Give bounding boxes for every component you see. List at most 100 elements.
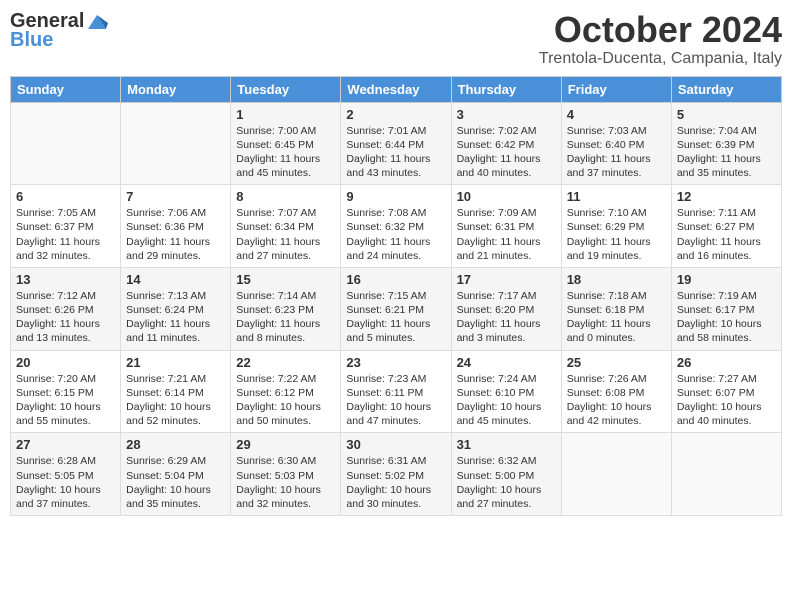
calendar-week-row: 20Sunrise: 7:20 AMSunset: 6:15 PMDayligh…	[11, 350, 782, 433]
day-number: 16	[346, 272, 445, 287]
weekday-header-monday: Monday	[121, 76, 231, 102]
calendar-cell: 6 Sunrise: 7:05 AMSunset: 6:37 PMDaylight…	[11, 185, 121, 268]
day-number: 25	[567, 355, 666, 370]
day-number: 23	[346, 355, 445, 370]
day-info: Sunrise: 7:12 AMSunset: 6:26 PMDaylight:…	[16, 289, 115, 346]
logo-icon	[86, 11, 108, 33]
day-info: Sunrise: 7:10 AMSunset: 6:29 PMDaylight:…	[567, 206, 666, 263]
calendar-cell: 31Sunrise: 6:32 AMSunset: 5:00 PMDayligh…	[451, 433, 561, 516]
calendar-cell: 24Sunrise: 7:24 AMSunset: 6:10 PMDayligh…	[451, 350, 561, 433]
calendar-cell: 7 Sunrise: 7:06 AMSunset: 6:36 PMDaylight…	[121, 185, 231, 268]
calendar-cell: 23 Sunrise: 7:23 AMSunset: 6:11 PMDayligh…	[341, 350, 451, 433]
calendar-cell: 9 Sunrise: 7:08 AMSunset: 6:32 PMDaylight…	[341, 185, 451, 268]
day-info: Sunrise: 7:03 AMSunset: 6:40 PMDaylight:…	[567, 124, 666, 181]
calendar-week-row: 27Sunrise: 6:28 AMSunset: 5:05 PMDayligh…	[11, 433, 782, 516]
calendar-cell: 29 Sunrise: 6:30 AMSunset: 5:03 PMDayligh…	[231, 433, 341, 516]
day-info: Sunrise: 7:08 AMSunset: 6:32 PMDaylight:…	[346, 206, 445, 263]
day-number: 30	[346, 437, 445, 452]
calendar-cell: 8 Sunrise: 7:07 AMSunset: 6:34 PMDaylight…	[231, 185, 341, 268]
calendar-cell	[11, 102, 121, 185]
day-info: Sunrise: 7:20 AMSunset: 6:15 PMDaylight:…	[16, 372, 115, 429]
calendar-week-row: 1Sunrise: 7:00 AMSunset: 6:45 PMDaylight…	[11, 102, 782, 185]
day-info: Sunrise: 6:31 AMSunset: 5:02 PMDaylight:…	[346, 454, 445, 511]
calendar-cell: 15 Sunrise: 7:14 AMSunset: 6:23 PMDayligh…	[231, 267, 341, 350]
day-info: Sunrise: 7:22 AMSunset: 6:12 PMDaylight:…	[236, 372, 335, 429]
day-info: Sunrise: 7:18 AMSunset: 6:18 PMDaylight:…	[567, 289, 666, 346]
day-number: 10	[457, 189, 556, 204]
month-title: October 2024	[539, 10, 782, 50]
logo-blue: Blue	[10, 29, 53, 52]
day-info: Sunrise: 7:27 AMSunset: 6:07 PMDaylight:…	[677, 372, 776, 429]
weekday-header-row: SundayMondayTuesdayWednesdayThursdayFrid…	[11, 76, 782, 102]
day-number: 28	[126, 437, 225, 452]
calendar-cell	[561, 433, 671, 516]
day-info: Sunrise: 7:21 AMSunset: 6:14 PMDaylight:…	[126, 372, 225, 429]
calendar-cell: 20Sunrise: 7:20 AMSunset: 6:15 PMDayligh…	[11, 350, 121, 433]
day-number: 26	[677, 355, 776, 370]
day-number: 9	[346, 189, 445, 204]
day-number: 21	[126, 355, 225, 370]
calendar-cell: 12Sunrise: 7:11 AMSunset: 6:27 PMDayligh…	[671, 185, 781, 268]
day-number: 14	[126, 272, 225, 287]
day-number: 6	[16, 189, 115, 204]
calendar-cell: 16 Sunrise: 7:15 AMSunset: 6:21 PMDayligh…	[341, 267, 451, 350]
calendar-cell: 14 Sunrise: 7:13 AMSunset: 6:24 PMDayligh…	[121, 267, 231, 350]
calendar-cell: 2 Sunrise: 7:01 AMSunset: 6:44 PMDaylight…	[341, 102, 451, 185]
calendar-cell: 1Sunrise: 7:00 AMSunset: 6:45 PMDaylight…	[231, 102, 341, 185]
day-number: 11	[567, 189, 666, 204]
logo: General Blue	[10, 10, 108, 52]
calendar-cell: 30 Sunrise: 6:31 AMSunset: 5:02 PMDayligh…	[341, 433, 451, 516]
weekday-header-tuesday: Tuesday	[231, 76, 341, 102]
day-number: 5	[677, 107, 776, 122]
page-header: General Blue October 2024 Trentola-Ducen…	[10, 10, 782, 68]
weekday-header-thursday: Thursday	[451, 76, 561, 102]
day-number: 7	[126, 189, 225, 204]
day-number: 19	[677, 272, 776, 287]
day-number: 4	[567, 107, 666, 122]
calendar-cell: 13Sunrise: 7:12 AMSunset: 6:26 PMDayligh…	[11, 267, 121, 350]
calendar-cell: 17Sunrise: 7:17 AMSunset: 6:20 PMDayligh…	[451, 267, 561, 350]
weekday-header-wednesday: Wednesday	[341, 76, 451, 102]
calendar-cell: 3Sunrise: 7:02 AMSunset: 6:42 PMDaylight…	[451, 102, 561, 185]
day-number: 8	[236, 189, 335, 204]
calendar-week-row: 13Sunrise: 7:12 AMSunset: 6:26 PMDayligh…	[11, 267, 782, 350]
calendar-cell: 11 Sunrise: 7:10 AMSunset: 6:29 PMDayligh…	[561, 185, 671, 268]
calendar-cell: 21 Sunrise: 7:21 AMSunset: 6:14 PMDayligh…	[121, 350, 231, 433]
day-number: 2	[346, 107, 445, 122]
day-info: Sunrise: 7:11 AMSunset: 6:27 PMDaylight:…	[677, 206, 776, 263]
day-number: 22	[236, 355, 335, 370]
calendar-cell	[121, 102, 231, 185]
day-number: 29	[236, 437, 335, 452]
calendar-table: SundayMondayTuesdayWednesdayThursdayFrid…	[10, 76, 782, 516]
weekday-header-sunday: Sunday	[11, 76, 121, 102]
calendar-cell	[671, 433, 781, 516]
day-info: Sunrise: 7:09 AMSunset: 6:31 PMDaylight:…	[457, 206, 556, 263]
day-info: Sunrise: 7:13 AMSunset: 6:24 PMDaylight:…	[126, 289, 225, 346]
calendar-cell: 28Sunrise: 6:29 AMSunset: 5:04 PMDayligh…	[121, 433, 231, 516]
title-section: October 2024 Trentola-Ducenta, Campania,…	[539, 10, 782, 68]
calendar-cell: 5Sunrise: 7:04 AMSunset: 6:39 PMDaylight…	[671, 102, 781, 185]
weekday-header-saturday: Saturday	[671, 76, 781, 102]
day-info: Sunrise: 7:01 AMSunset: 6:44 PMDaylight:…	[346, 124, 445, 181]
day-info: Sunrise: 7:07 AMSunset: 6:34 PMDaylight:…	[236, 206, 335, 263]
day-info: Sunrise: 7:23 AMSunset: 6:11 PMDaylight:…	[346, 372, 445, 429]
weekday-header-friday: Friday	[561, 76, 671, 102]
calendar-cell: 27Sunrise: 6:28 AMSunset: 5:05 PMDayligh…	[11, 433, 121, 516]
day-info: Sunrise: 7:24 AMSunset: 6:10 PMDaylight:…	[457, 372, 556, 429]
calendar-cell: 10 Sunrise: 7:09 AMSunset: 6:31 PMDayligh…	[451, 185, 561, 268]
calendar-week-row: 6 Sunrise: 7:05 AMSunset: 6:37 PMDaylight…	[11, 185, 782, 268]
calendar-cell: 4 Sunrise: 7:03 AMSunset: 6:40 PMDaylight…	[561, 102, 671, 185]
day-info: Sunrise: 7:05 AMSunset: 6:37 PMDaylight:…	[16, 206, 115, 263]
day-info: Sunrise: 6:30 AMSunset: 5:03 PMDaylight:…	[236, 454, 335, 511]
day-info: Sunrise: 6:32 AMSunset: 5:00 PMDaylight:…	[457, 454, 556, 511]
day-number: 18	[567, 272, 666, 287]
day-number: 3	[457, 107, 556, 122]
day-info: Sunrise: 7:00 AMSunset: 6:45 PMDaylight:…	[236, 124, 335, 181]
calendar-cell: 22 Sunrise: 7:22 AMSunset: 6:12 PMDayligh…	[231, 350, 341, 433]
day-info: Sunrise: 7:14 AMSunset: 6:23 PMDaylight:…	[236, 289, 335, 346]
day-info: Sunrise: 7:06 AMSunset: 6:36 PMDaylight:…	[126, 206, 225, 263]
day-info: Sunrise: 7:17 AMSunset: 6:20 PMDaylight:…	[457, 289, 556, 346]
day-number: 15	[236, 272, 335, 287]
day-info: Sunrise: 7:26 AMSunset: 6:08 PMDaylight:…	[567, 372, 666, 429]
day-info: Sunrise: 7:15 AMSunset: 6:21 PMDaylight:…	[346, 289, 445, 346]
